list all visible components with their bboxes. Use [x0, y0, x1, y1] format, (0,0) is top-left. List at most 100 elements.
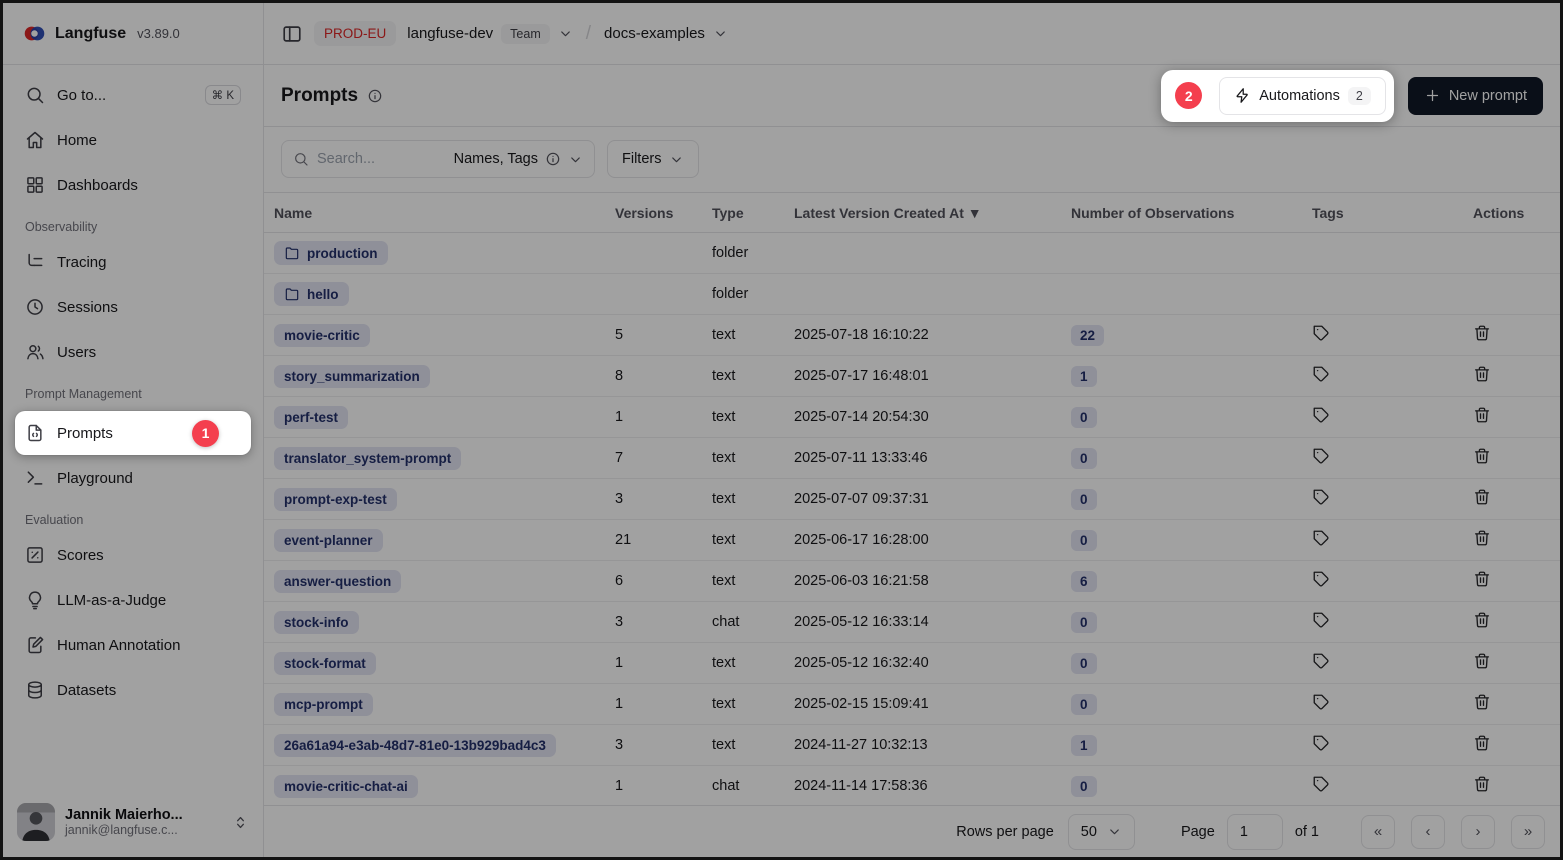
column-header-created-at[interactable]: Latest Version Created At ▼ [784, 205, 1061, 221]
org-selector[interactable]: langfuse-dev Team [407, 24, 572, 44]
sidebar-item-sessions[interactable]: Sessions [15, 289, 251, 325]
scores-icon [25, 545, 45, 565]
tag-icon[interactable] [1312, 529, 1330, 547]
prompt-name-badge[interactable]: story_summarization [274, 365, 430, 388]
cell-type: text [702, 573, 784, 589]
tag-icon[interactable] [1312, 447, 1330, 465]
sidebar-item-datasets[interactable]: Datasets [15, 672, 251, 708]
sidebar-item-tracing[interactable]: Tracing [15, 244, 251, 280]
observations-count-badge: 0 [1071, 489, 1097, 510]
prompt-name-badge[interactable]: mcp-prompt [274, 693, 373, 716]
sidebar-item-label: Human Annotation [57, 637, 180, 654]
tag-icon[interactable] [1312, 652, 1330, 670]
table-row[interactable]: answer-question6text2025-06-03 16:21:586 [264, 561, 1560, 602]
last-page-button[interactable]: » [1511, 815, 1545, 849]
sidebar-toggle-icon[interactable] [281, 23, 303, 45]
tag-icon[interactable] [1312, 488, 1330, 506]
project-selector[interactable]: docs-examples [604, 25, 728, 42]
observations-count-badge: 0 [1071, 448, 1097, 469]
sidebar-item-goto[interactable]: Go to... ⌘ K [15, 77, 251, 113]
user-menu[interactable]: Jannik Maierho... jannik@langfuse.c... [3, 791, 263, 857]
sidebar-item-users[interactable]: Users [15, 334, 251, 370]
trash-icon[interactable] [1473, 775, 1491, 793]
cell-created-at: 2025-07-07 09:37:31 [784, 491, 1061, 507]
first-page-button[interactable]: « [1361, 815, 1395, 849]
tag-icon[interactable] [1312, 406, 1330, 424]
trash-icon[interactable] [1473, 406, 1491, 424]
trash-icon[interactable] [1473, 734, 1491, 752]
tag-icon[interactable] [1312, 365, 1330, 383]
table-row[interactable]: productionfolder [264, 233, 1560, 274]
prompt-name-badge[interactable]: stock-format [274, 652, 376, 675]
prompt-name: mcp-prompt [284, 697, 363, 712]
sidebar-item-playground[interactable]: Playground [15, 460, 251, 496]
prompt-name-badge[interactable]: answer-question [274, 570, 401, 593]
trash-icon[interactable] [1473, 365, 1491, 383]
prompt-name-badge[interactable]: stock-info [274, 611, 359, 634]
trash-icon[interactable] [1473, 570, 1491, 588]
cell-observations: 0 [1061, 612, 1302, 633]
table-row[interactable]: story_summarization8text2025-07-17 16:48… [264, 356, 1560, 397]
trash-icon[interactable] [1473, 693, 1491, 711]
sidebar-item-home[interactable]: Home [15, 122, 251, 158]
new-prompt-button[interactable]: New prompt [1408, 77, 1543, 115]
sidebar-item-llm-as-a-judge[interactable]: LLM-as-a-Judge [15, 582, 251, 618]
prompt-name-badge[interactable]: production [274, 241, 388, 265]
observations-count-badge: 0 [1071, 530, 1097, 551]
table-row[interactable]: mcp-prompt1text2025-02-15 15:09:410 [264, 684, 1560, 725]
next-page-button[interactable]: › [1461, 815, 1495, 849]
table-row[interactable]: stock-format1text2025-05-12 16:32:400 [264, 643, 1560, 684]
cell-name: stock-info [264, 611, 605, 634]
tag-icon[interactable] [1312, 775, 1330, 793]
prompt-name-badge[interactable]: 26a61a94-e3ab-48d7-81e0-13b929bad4c3 [274, 734, 556, 757]
tag-icon[interactable] [1312, 734, 1330, 752]
table-row[interactable]: prompt-exp-test3text2025-07-07 09:37:310 [264, 479, 1560, 520]
sidebar-item-human-annotation[interactable]: Human Annotation [15, 627, 251, 663]
trash-icon[interactable] [1473, 488, 1491, 506]
prompt-name-badge[interactable]: translator_system-prompt [274, 447, 461, 470]
cell-type: chat [702, 614, 784, 630]
page-number-input[interactable] [1227, 814, 1283, 850]
table-row[interactable]: translator_system-prompt7text2025-07-11 … [264, 438, 1560, 479]
trash-icon[interactable] [1473, 447, 1491, 465]
tag-icon[interactable] [1312, 611, 1330, 629]
info-icon[interactable] [367, 88, 383, 104]
prompt-name-badge[interactable]: prompt-exp-test [274, 488, 397, 511]
prompt-name-badge[interactable]: hello [274, 282, 349, 306]
column-header-name[interactable]: Name [264, 205, 605, 221]
rows-per-page-label: Rows per page [956, 824, 1054, 840]
prompt-name-badge[interactable]: movie-critic [274, 324, 370, 347]
trash-icon[interactable] [1473, 611, 1491, 629]
sidebar-item-dashboards[interactable]: Dashboards [15, 167, 251, 203]
filters-button[interactable]: Filters [607, 140, 699, 178]
prompt-name-badge[interactable]: perf-test [274, 406, 348, 429]
trash-icon[interactable] [1473, 324, 1491, 342]
prev-page-button[interactable]: ‹ [1411, 815, 1445, 849]
table-row[interactable]: stock-info3chat2025-05-12 16:33:140 [264, 602, 1560, 643]
search-scope-selector[interactable]: Names, Tags [454, 151, 583, 167]
sidebar-item-prompts[interactable]: Prompts1 [15, 411, 251, 455]
tag-icon[interactable] [1312, 693, 1330, 711]
table-row[interactable]: 26a61a94-e3ab-48d7-81e0-13b929bad4c33tex… [264, 725, 1560, 766]
table-row[interactable]: movie-critic-chat-ai1chat2024-11-14 17:5… [264, 766, 1560, 805]
tag-icon[interactable] [1312, 570, 1330, 588]
trash-icon[interactable] [1473, 652, 1491, 670]
table-row[interactable]: hellofolder [264, 274, 1560, 315]
automations-button[interactable]: Automations 2 [1219, 77, 1386, 115]
environment-badge[interactable]: PROD-EU [314, 21, 396, 46]
column-header-observations[interactable]: Number of Observations [1061, 205, 1302, 221]
table-row[interactable]: event-planner21text2025-06-17 16:28:000 [264, 520, 1560, 561]
trash-icon[interactable] [1473, 529, 1491, 547]
prompt-name-badge[interactable]: movie-critic-chat-ai [274, 775, 418, 798]
tag-icon[interactable] [1312, 324, 1330, 342]
prompt-name-badge[interactable]: event-planner [274, 529, 383, 552]
rows-per-page-select[interactable]: 50 [1068, 814, 1135, 850]
sidebar-section-prompt-management: Prompt Management [25, 387, 241, 401]
chevron-down-icon [558, 26, 573, 41]
sidebar-item-scores[interactable]: Scores [15, 537, 251, 573]
column-header-type[interactable]: Type [702, 205, 784, 221]
table-row[interactable]: perf-test1text2025-07-14 20:54:300 [264, 397, 1560, 438]
search-input[interactable] [317, 151, 446, 167]
table-row[interactable]: movie-critic5text2025-07-18 16:10:2222 [264, 315, 1560, 356]
column-header-versions[interactable]: Versions [605, 205, 702, 221]
